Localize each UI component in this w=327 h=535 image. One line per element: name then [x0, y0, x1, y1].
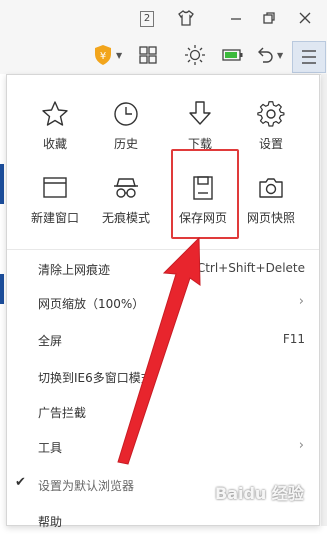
hamburger-icon	[302, 50, 316, 64]
star-icon	[40, 99, 70, 129]
main-menu-dropdown: 收藏 历史 下载 设置 新建窗口 无痕模式 保存网页 网页快照 清除上网痕迹 C…	[6, 74, 320, 529]
restore-button[interactable]	[256, 6, 282, 32]
menu-downloads[interactable]: 下载	[165, 99, 235, 152]
watermark-text: Baidu 经验	[215, 484, 304, 503]
menu-snapshot-label: 网页快照	[246, 211, 295, 225]
highlight-box	[171, 149, 239, 239]
menu-snapshot[interactable]: 网页快照	[236, 173, 306, 226]
menu-zoom[interactable]: 网页缩放（100%） ›	[7, 289, 319, 317]
checkmark-icon: ✔	[15, 475, 26, 490]
battery-button[interactable]	[221, 44, 245, 68]
close-icon	[299, 12, 311, 24]
sun-icon	[185, 45, 205, 65]
menu-default-browser-label: 设置为默认浏览器	[38, 479, 135, 493]
page-strip	[0, 164, 4, 204]
minimize-icon	[231, 18, 241, 20]
menu-history[interactable]: 历史	[91, 99, 161, 152]
chevron-right-icon: ›	[298, 294, 304, 309]
tshirt-icon	[178, 10, 194, 26]
camera-icon	[256, 173, 286, 203]
menu-ie6-mode-label: 切换到IE6多窗口模式	[38, 371, 153, 385]
window-icon	[40, 173, 70, 203]
page-strip	[0, 274, 4, 304]
menu-divider	[7, 249, 319, 250]
window-titlebar: 2	[0, 0, 327, 38]
menu-help-label: 帮助	[38, 515, 63, 529]
menu-favorites[interactable]: 收藏	[20, 99, 90, 152]
close-button[interactable]	[292, 6, 318, 32]
page-scrollbar[interactable]	[321, 74, 327, 526]
menu-zoom-label: 网页缩放（100%）	[38, 297, 145, 311]
clock-icon	[111, 99, 141, 129]
menu-favorites-label: 收藏	[42, 137, 67, 151]
apps-button[interactable]	[137, 44, 161, 68]
menu-fullscreen-shortcut: F11	[282, 332, 305, 346]
menu-clear-history-shortcut: Ctrl+Shift+Delete	[196, 261, 305, 275]
menu-help[interactable]: 帮助	[7, 507, 319, 535]
menu-incognito-label: 无痕模式	[101, 211, 150, 225]
menu-ie6-mode[interactable]: 切换到IE6多窗口模式	[7, 363, 319, 391]
brightness-button[interactable]	[184, 44, 208, 68]
download-icon	[185, 99, 215, 129]
shield-icon: ¥	[95, 45, 111, 65]
menu-adblock[interactable]: 广告拦截	[7, 398, 319, 426]
menu-fullscreen-label: 全屏	[38, 334, 63, 348]
svg-text:¥: ¥	[100, 51, 106, 62]
menu-tools-label: 工具	[38, 441, 63, 455]
menu-new-window[interactable]: 新建窗口	[20, 173, 90, 226]
menu-history-label: 历史	[113, 137, 138, 151]
tab-count-badge[interactable]: 2	[140, 11, 154, 27]
undo-caret-icon[interactable]: ▼	[277, 51, 283, 60]
menu-clear-history[interactable]: 清除上网痕迹 Ctrl+Shift+Delete	[7, 255, 319, 283]
shield-caret-icon[interactable]: ▼	[116, 51, 122, 60]
menu-adblock-label: 广告拦截	[38, 406, 87, 420]
apps-grid-icon	[139, 46, 157, 64]
restore-icon	[263, 12, 275, 24]
menu-incognito[interactable]: 无痕模式	[91, 173, 161, 226]
undo-close-button[interactable]	[254, 44, 278, 68]
gear-icon	[256, 99, 286, 129]
glasses-icon	[111, 173, 141, 203]
menu-clear-history-label: 清除上网痕迹	[38, 263, 111, 277]
main-menu-button[interactable]	[292, 41, 326, 73]
menu-fullscreen[interactable]: 全屏 F11	[7, 326, 319, 354]
menu-new-window-label: 新建窗口	[30, 211, 79, 225]
menu-tools[interactable]: 工具 ›	[7, 433, 319, 461]
undo-icon	[258, 47, 273, 63]
browser-toolbar: ¥ ▼ ▼	[0, 38, 327, 75]
chevron-right-icon: ›	[298, 438, 304, 453]
battery-icon	[222, 49, 243, 61]
menu-settings[interactable]: 设置	[236, 99, 306, 152]
minimize-button[interactable]	[223, 6, 249, 32]
skin-button[interactable]	[173, 6, 199, 32]
menu-settings-label: 设置	[258, 137, 283, 151]
shield-button[interactable]: ¥	[93, 44, 117, 68]
